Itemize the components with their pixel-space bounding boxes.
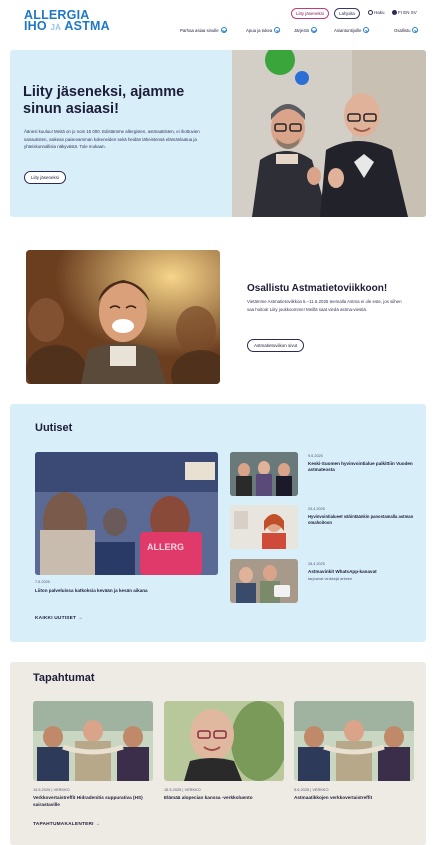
- news-item-2-date: 29.4.2025: [308, 507, 325, 511]
- hero-section: Liity jäseneksi, ajamme sinun asiaasi! Ä…: [10, 50, 426, 217]
- events-heading: Tapahtumat: [33, 672, 95, 684]
- site-header: ALLERGIA IHO JA ASTMA Liity jäseneksi La…: [0, 0, 440, 48]
- news-main-illustration: ALLERG: [35, 452, 218, 575]
- event-image-1[interactable]: [33, 701, 153, 781]
- hero-photo: [232, 50, 426, 217]
- event-image-3-illustration: [294, 701, 414, 781]
- svg-text:ALLERG: ALLERG: [147, 542, 184, 552]
- lang-en[interactable]: EN: [403, 10, 409, 15]
- news-heading: Uutiset: [35, 422, 73, 434]
- hero-text: Äänesi kuuluu! Meitä on jo noin 15 000. …: [24, 129, 200, 150]
- chevron-down-icon: [220, 27, 227, 33]
- news-item-1-title[interactable]: Keski-Suomen hyvinvointialue palkittiin …: [308, 461, 418, 473]
- site-logo[interactable]: ALLERGIA IHO JA ASTMA: [24, 9, 110, 33]
- events-section: Tapahtumat 14.5.2025 | VERKKO Verkkovert…: [10, 662, 426, 845]
- event-3-title[interactable]: Astmaatikkojen verkkovertaistreffit: [294, 795, 414, 802]
- news-thumb-2-illustration: [230, 505, 298, 549]
- nav-item-parhaa[interactable]: Parhaa asiaa sinulle: [180, 25, 227, 35]
- news-main-image[interactable]: ALLERG: [35, 452, 218, 575]
- event-1-title[interactable]: Verkkovertaistreffit Hidradenitis suppur…: [33, 795, 153, 808]
- lang-sv[interactable]: SV: [411, 10, 417, 15]
- chevron-down-icon: [363, 27, 370, 33]
- nav-item-jarjesto[interactable]: Järjestö: [294, 25, 318, 35]
- event-1-meta: 14.5.2025 | VERKKO: [33, 787, 70, 792]
- news-section: Uutiset ALLERG 7.5.2025 Liiton palveluis…: [10, 404, 426, 642]
- nav-item-apua[interactable]: Apua ja tukea: [246, 25, 281, 35]
- event-3-meta: 5.6.2025 | VERKKO: [294, 787, 329, 792]
- news-main-title[interactable]: Liiton palveluissa katkoksia kevään ja k…: [35, 588, 218, 594]
- news-thumb-1[interactable]: [230, 452, 298, 496]
- hero-title: Liity jäseneksi, ajamme sinun asiaasi!: [23, 84, 185, 117]
- hero-join-button[interactable]: Liity jäseneksi: [24, 171, 67, 184]
- news-item-3-title[interactable]: Astmavinkit WhatsApp-kanavat: [308, 569, 418, 575]
- event-image-3[interactable]: [294, 701, 414, 781]
- news-thumb-1-illustration: [230, 452, 298, 496]
- hero-people-illustration: [232, 50, 426, 217]
- campaign-crowd-illustration: [26, 250, 220, 384]
- campaign-text: Vietämme Astmatietoviikkoa 5.–11.5.2025 …: [247, 299, 402, 312]
- nav-item-osallistu[interactable]: Osallistu: [394, 25, 419, 35]
- lang-fi[interactable]: FI: [398, 10, 402, 15]
- globe-icon: [392, 10, 397, 15]
- logo-word-astma: ASTMA: [64, 19, 110, 33]
- news-thumb-2[interactable]: [230, 505, 298, 549]
- donate-button[interactable]: Lahjoita: [334, 8, 360, 19]
- news-item-2-title[interactable]: Hyvinvointialueet vähintäänkin panostama…: [308, 514, 418, 526]
- arrow-right-icon: →: [77, 616, 83, 621]
- arrow-right-icon: →: [95, 822, 101, 827]
- search-link[interactable]: Haku: [368, 10, 385, 15]
- event-2-title[interactable]: Elämää alopecian kanssa -verkkoluento: [164, 795, 284, 802]
- campaign-title: Osallistu Astmatietoviikkoon!: [247, 283, 388, 294]
- event-2-meta: 15.5.2025 | VERKKO: [164, 787, 201, 792]
- campaign-button[interactable]: Astmatietoviikon sivut: [247, 339, 305, 352]
- logo-word-iho: IHO: [24, 19, 47, 33]
- news-item-3-date: 28.4.2025: [308, 562, 325, 566]
- news-thumb-3[interactable]: [230, 559, 298, 603]
- language-switcher[interactable]: FI EN SV: [392, 10, 417, 15]
- event-image-2[interactable]: [164, 701, 284, 781]
- join-button[interactable]: Liity jäseneksi: [291, 8, 330, 19]
- news-thumb-3-illustration: [230, 559, 298, 603]
- chevron-down-icon: [311, 27, 318, 33]
- event-image-2-illustration: [164, 701, 284, 781]
- chevron-down-icon: [274, 27, 281, 33]
- events-calendar-link[interactable]: TAPAHTUMAKALENTERI →: [33, 822, 100, 827]
- news-item-1-date: 9.5.2025: [308, 454, 323, 458]
- event-image-1-illustration: [33, 701, 153, 781]
- nav-item-asiantuntijoille[interactable]: Asiantuntijoille: [334, 25, 370, 35]
- news-main-date: 7.5.2025: [35, 580, 50, 584]
- news-item-3-subtitle: tarjoavat vinkkejä arkeen: [308, 576, 353, 581]
- campaign-photo: [26, 250, 220, 384]
- logo-word-ja: JA: [50, 23, 62, 32]
- chevron-down-icon: [412, 27, 419, 33]
- search-icon: [368, 10, 373, 15]
- all-news-link[interactable]: KAIKKI UUTISET →: [35, 616, 83, 621]
